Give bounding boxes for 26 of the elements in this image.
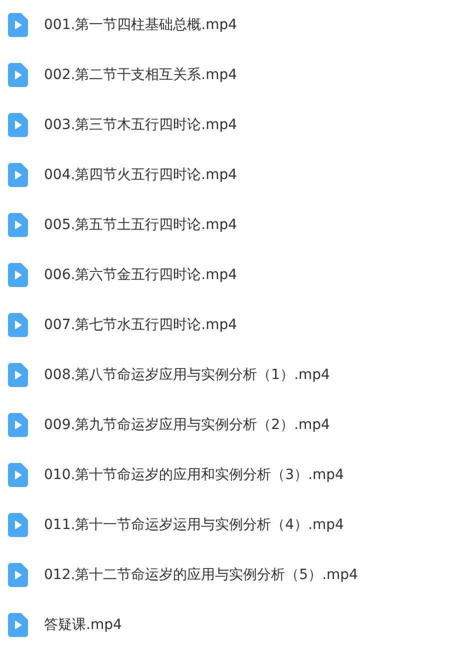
video-file-icon xyxy=(8,613,28,637)
file-name[interactable]: 009.第九节命运岁应用与实例分析（2）.mp4 xyxy=(44,416,330,434)
file-name[interactable]: 001.第一节四柱基础总概.mp4 xyxy=(44,16,238,34)
video-file-icon xyxy=(8,113,28,137)
file-name[interactable]: 004.第四节火五行四时论.mp4 xyxy=(44,166,238,184)
file-name[interactable]: 006.第六节金五行四时论.mp4 xyxy=(44,266,238,284)
file-name[interactable]: 010.第十节命运岁的应用和实例分析（3）.mp4 xyxy=(44,466,344,484)
file-name[interactable]: 005.第五节土五行四时论.mp4 xyxy=(44,216,238,234)
video-file-icon xyxy=(8,213,28,237)
file-name[interactable]: 011.第十一节命运岁运用与实例分析（4）.mp4 xyxy=(44,516,344,534)
video-file-icon xyxy=(8,513,28,537)
file-name[interactable]: 答疑课.mp4 xyxy=(44,616,122,634)
file-name[interactable]: 007.第七节水五行四时论.mp4 xyxy=(44,316,238,334)
video-file-icon xyxy=(8,563,28,587)
video-file-icon xyxy=(8,463,28,487)
file-name[interactable]: 002.第二节干支相互关系.mp4 xyxy=(44,66,238,84)
video-file-icon xyxy=(8,63,28,87)
video-file-icon xyxy=(8,363,28,387)
file-name[interactable]: 012.第十二节命运岁的应用与实例分析（5）.mp4 xyxy=(44,566,358,584)
video-file-icon xyxy=(8,13,28,37)
video-file-icon xyxy=(8,313,28,337)
video-file-icon xyxy=(8,263,28,287)
file-name[interactable]: 003.第三节木五行四时论.mp4 xyxy=(44,116,238,134)
video-file-icon xyxy=(8,163,28,187)
video-file-icon xyxy=(8,413,28,437)
file-name[interactable]: 008.第八节命运岁应用与实例分析（1）.mp4 xyxy=(44,366,330,384)
